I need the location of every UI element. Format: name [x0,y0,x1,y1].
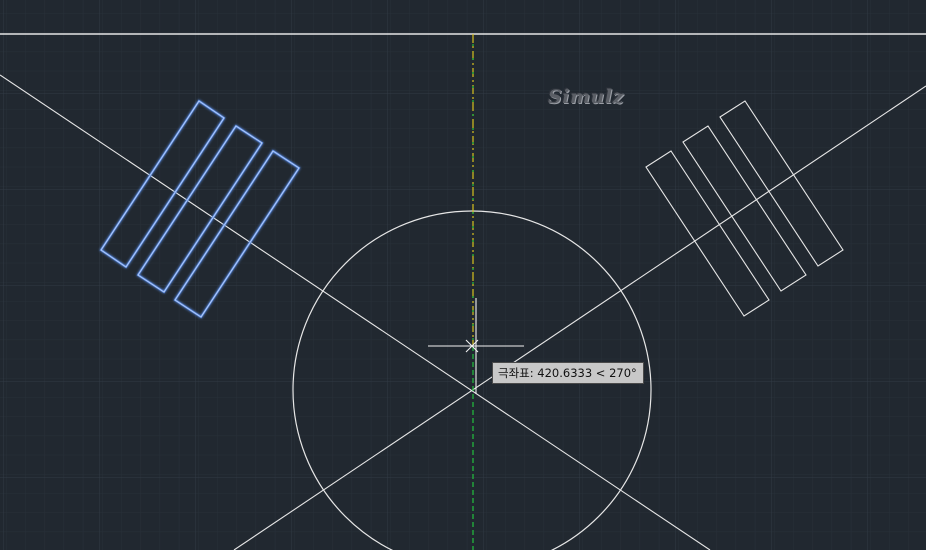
polar-coordinate-tooltip: 극좌표: 420.6333 < 270° [492,362,644,384]
drawing-svg[interactable] [0,0,926,550]
drawing-canvas[interactable]: Simulz 극좌표: 420.6333 < 270° [0,0,926,550]
watermark-logo: Simulz [548,86,624,108]
